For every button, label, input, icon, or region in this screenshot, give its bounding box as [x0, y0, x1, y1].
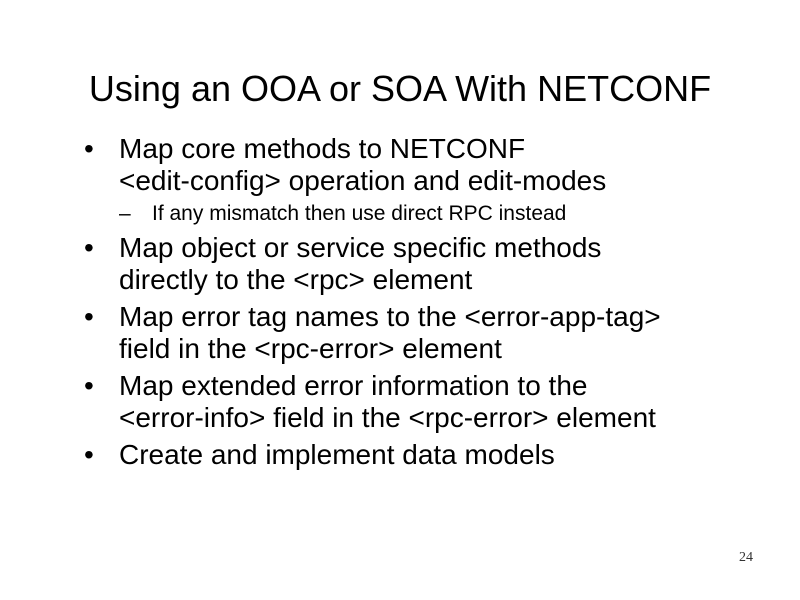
- bullet-icon: •: [84, 439, 94, 470]
- bullet-item: • Map core methods to NETCONF <edit-conf…: [84, 133, 764, 227]
- bullet-text: <edit-config> operation and edit-modes: [119, 165, 607, 196]
- bullet-text: directly to the <rpc> element: [119, 264, 473, 295]
- bullet-text: <error-info> field in the <rpc-error> el…: [119, 402, 656, 433]
- bullet-item: • Map object or service specific methods…: [84, 232, 764, 296]
- sub-bullet-text: If any mismatch then use direct RPC inst…: [152, 202, 567, 225]
- bullet-icon: •: [84, 370, 94, 401]
- sub-bullet-item: – If any mismatch then use direct RPC in…: [119, 201, 764, 227]
- bullet-text: Map core methods to NETCONF: [119, 133, 526, 164]
- bullet-item: • Create and implement data models: [84, 439, 764, 471]
- bullet-list: • Map core methods to NETCONF <edit-conf…: [84, 133, 764, 476]
- bullet-icon: •: [84, 232, 94, 263]
- bullet-text: Create and implement data models: [119, 439, 555, 470]
- bullet-text: field in the <rpc-error> element: [119, 333, 502, 364]
- slide: Using an OOA or SOA With NETCONF • Map c…: [0, 0, 800, 600]
- bullet-item: • Map extended error information to the …: [84, 370, 764, 434]
- slide-title: Using an OOA or SOA With NETCONF: [88, 68, 712, 109]
- bullet-item: • Map error tag names to the <error-app-…: [84, 301, 764, 365]
- bullet-text: Map object or service specific methods: [119, 232, 602, 263]
- bullet-text: Map error tag names to the <error-app-ta…: [119, 301, 661, 332]
- bullet-text: Map extended error information to the: [119, 370, 588, 401]
- bullet-icon: •: [84, 133, 94, 164]
- dash-icon: –: [119, 202, 131, 225]
- page-number: 24: [739, 550, 753, 565]
- bullet-icon: •: [84, 301, 94, 332]
